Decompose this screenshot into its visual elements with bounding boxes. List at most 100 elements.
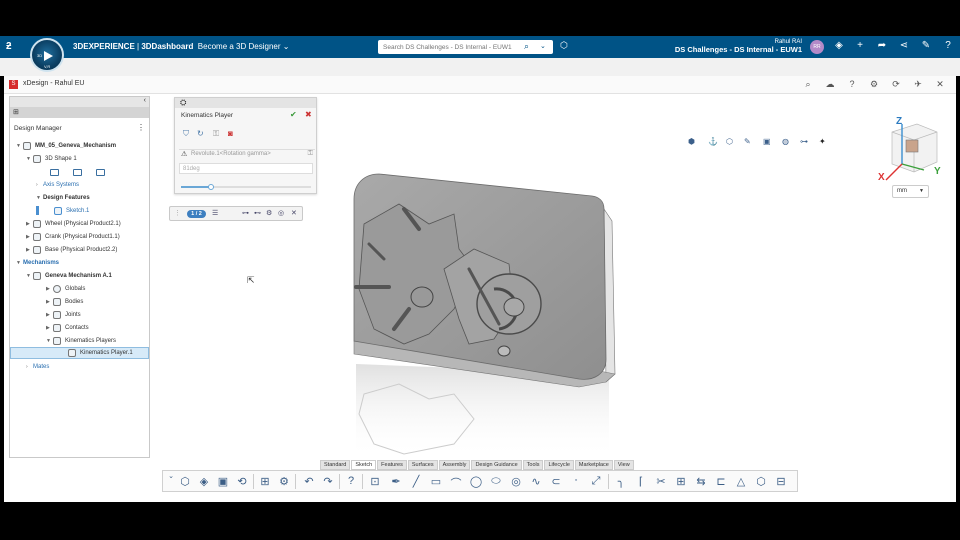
expand-icon[interactable]: ▶ bbox=[26, 221, 33, 227]
gear-icon[interactable]: ⚙ bbox=[868, 79, 880, 90]
close-icon[interactable]: ✕ bbox=[934, 79, 946, 90]
solid-icon[interactable]: ⬡ bbox=[753, 475, 769, 488]
tab-lifecycle[interactable]: Lifecycle bbox=[544, 460, 574, 470]
slider-knob[interactable] bbox=[207, 184, 214, 190]
expand-icon[interactable]: ▶ bbox=[26, 247, 33, 253]
share-arrow-icon[interactable]: ➦ bbox=[875, 40, 889, 51]
chevron-down-icon[interactable]: ▼ bbox=[919, 186, 924, 197]
fillet-icon[interactable]: ╮ bbox=[613, 475, 629, 488]
search-input[interactable] bbox=[378, 40, 518, 54]
geneva-mechanism-model[interactable] bbox=[334, 169, 634, 489]
anchor-icon[interactable]: ⚓ bbox=[708, 137, 718, 146]
search-icon[interactable]: ⌕ bbox=[802, 79, 814, 90]
chevron-down-icon[interactable]: ⌄ bbox=[283, 42, 290, 51]
constraint-icon[interactable]: ⊞ bbox=[673, 475, 689, 488]
ok-check-icon[interactable]: ✔ bbox=[290, 110, 297, 119]
gear-icon[interactable]: ⚙ bbox=[276, 475, 292, 488]
units-dropdown[interactable]: mm ▼ bbox=[892, 185, 929, 198]
tree-node-3dshape[interactable]: ▼ 3D Shape 1 bbox=[26, 153, 77, 164]
tree-node-joints[interactable]: ▶ Joints bbox=[46, 309, 81, 320]
expand-icon[interactable]: ▶ bbox=[46, 312, 53, 318]
render-icon[interactable]: ◍ bbox=[782, 137, 789, 146]
expand-icon[interactable]: ▶ bbox=[46, 286, 53, 292]
tree-node-bodies[interactable]: ▶ Bodies bbox=[46, 296, 83, 307]
triangle-warning-icon[interactable]: △ bbox=[733, 475, 749, 488]
hierarchy-icon[interactable]: ⊶ bbox=[242, 209, 249, 217]
line-icon[interactable]: ╱ bbox=[408, 475, 424, 488]
search-box[interactable]: ⌕ ⌄ bbox=[378, 40, 553, 54]
expand-icon[interactable]: ▼ bbox=[26, 156, 33, 162]
expand-icon[interactable]: ▶ bbox=[46, 325, 53, 331]
tree-node-axis-systems[interactable]: › Axis Systems bbox=[36, 179, 79, 190]
tools-icon[interactable]: ✎ bbox=[919, 40, 933, 51]
redo-icon[interactable]: ↷ bbox=[320, 475, 336, 488]
hierarchy-icon[interactable]: ⊶ bbox=[800, 137, 808, 146]
tree-node-crank[interactable]: ▶ Crank (Physical Product1.1) bbox=[26, 231, 120, 242]
close-icon[interactable]: ✕ bbox=[291, 209, 297, 217]
more-menu-icon[interactable]: ⋮ bbox=[137, 123, 145, 132]
plane-icon[interactable] bbox=[96, 169, 105, 176]
circle-center-icon[interactable]: ◎ bbox=[508, 475, 524, 488]
arc-icon[interactable]: ⌒ bbox=[448, 475, 464, 491]
angle-value-input[interactable]: 81deg bbox=[179, 163, 313, 174]
tree-node-wheel[interactable]: ▶ Wheel (Physical Product2.1) bbox=[26, 218, 121, 229]
rectangle-icon[interactable]: ▭ bbox=[428, 475, 444, 488]
collapse-icon[interactable]: ‹ bbox=[144, 97, 146, 104]
tab-surfaces[interactable]: Surfaces bbox=[407, 460, 438, 470]
lock-icon[interactable]: ⚿ bbox=[213, 129, 219, 139]
cancel-x-icon[interactable]: ✖ bbox=[305, 110, 312, 119]
construction-icon[interactable]: ⤢ bbox=[588, 475, 604, 488]
wrench-icon[interactable]: ✎ bbox=[744, 137, 751, 146]
tree-node-kinematics-players[interactable]: ▼ Kinematics Players bbox=[46, 335, 116, 346]
slot-icon[interactable]: ⊂ bbox=[548, 475, 564, 488]
box-icon[interactable]: ▣ bbox=[763, 137, 771, 146]
tab-view[interactable]: View bbox=[613, 460, 634, 470]
lock-icon[interactable]: ⚿ bbox=[308, 150, 313, 158]
help-icon[interactable]: ? bbox=[941, 40, 955, 51]
expand-icon[interactable]: ▼ bbox=[26, 273, 33, 279]
tab-features[interactable]: Features bbox=[377, 460, 407, 470]
revolute-row[interactable]: ⚠ Revolute.1<Rotation gamma> ⚿ bbox=[179, 149, 315, 160]
plane-icon[interactable] bbox=[73, 169, 82, 176]
search-icon[interactable]: ⌕ bbox=[524, 41, 529, 52]
expand-icon[interactable]: ▶ bbox=[46, 299, 53, 305]
expand-icon[interactable]: ▼ bbox=[16, 143, 23, 149]
save-icon[interactable]: ▣ bbox=[215, 475, 231, 488]
tree-node-kinematics-player-1[interactable]: Kinematics Player.1 bbox=[10, 347, 149, 359]
offset-icon[interactable]: ⊏ bbox=[713, 475, 729, 488]
filter-icon[interactable]: ⛉ bbox=[183, 129, 189, 139]
tree-node-root[interactable]: ▼ MM_05_Geneva_Mechanism bbox=[16, 140, 116, 151]
tag-icon[interactable]: ⬡ bbox=[560, 40, 568, 51]
new-component-icon[interactable]: ⬡ bbox=[177, 475, 193, 488]
view-mode-icon[interactable]: ⬢ bbox=[688, 137, 695, 146]
expand-icon[interactable]: ▼ bbox=[46, 338, 53, 344]
list-icon[interactable]: ☰ bbox=[212, 209, 218, 217]
gear-icon[interactable]: ⚙ bbox=[266, 209, 272, 217]
user-info[interactable]: Rahul RAI DS Challenges - DS Internal - … bbox=[662, 39, 802, 54]
tree-icon[interactable]: ⊞ bbox=[13, 108, 19, 116]
add-icon[interactable]: + bbox=[853, 40, 867, 51]
spline-icon[interactable]: ∿ bbox=[528, 475, 544, 488]
tenant-name[interactable]: DS Challenges - DS Internal - EUW1 bbox=[662, 45, 802, 54]
share-icon[interactable]: ⋖ bbox=[897, 40, 911, 51]
expand-icon[interactable]: › bbox=[36, 182, 43, 188]
sketch-icon[interactable]: ⊡ bbox=[367, 475, 383, 488]
mirror-icon[interactable]: ⇆ bbox=[693, 475, 709, 488]
tab-design-guidance[interactable]: Design Guidance bbox=[471, 460, 522, 470]
pen-icon[interactable]: ✒ bbox=[388, 475, 404, 488]
tree-node-mates[interactable]: › Mates bbox=[26, 361, 49, 372]
target-icon[interactable]: ◎ bbox=[278, 209, 284, 217]
compass-icon[interactable]: 3D V,R bbox=[30, 38, 64, 72]
notification-icon[interactable]: ◈ bbox=[832, 40, 846, 51]
tab-sketch[interactable]: Sketch bbox=[351, 460, 377, 470]
angle-slider[interactable] bbox=[181, 184, 311, 190]
view-cube[interactable]: Z Y X bbox=[872, 112, 947, 182]
refresh-icon[interactable]: ⟳ bbox=[890, 79, 902, 90]
expand-icon[interactable]: ▼ bbox=[36, 195, 43, 201]
tab-assembly[interactable]: Assembly bbox=[438, 460, 471, 470]
cloud-icon[interactable]: ☁ bbox=[824, 79, 836, 90]
cube-icon[interactable]: ⬡ bbox=[726, 137, 733, 146]
tree-node-geneva[interactable]: ▼ Geneva Mechanism A.1 bbox=[26, 270, 112, 281]
help-icon[interactable]: ? bbox=[846, 79, 858, 89]
chamfer-icon[interactable]: ⌈ bbox=[633, 475, 649, 488]
